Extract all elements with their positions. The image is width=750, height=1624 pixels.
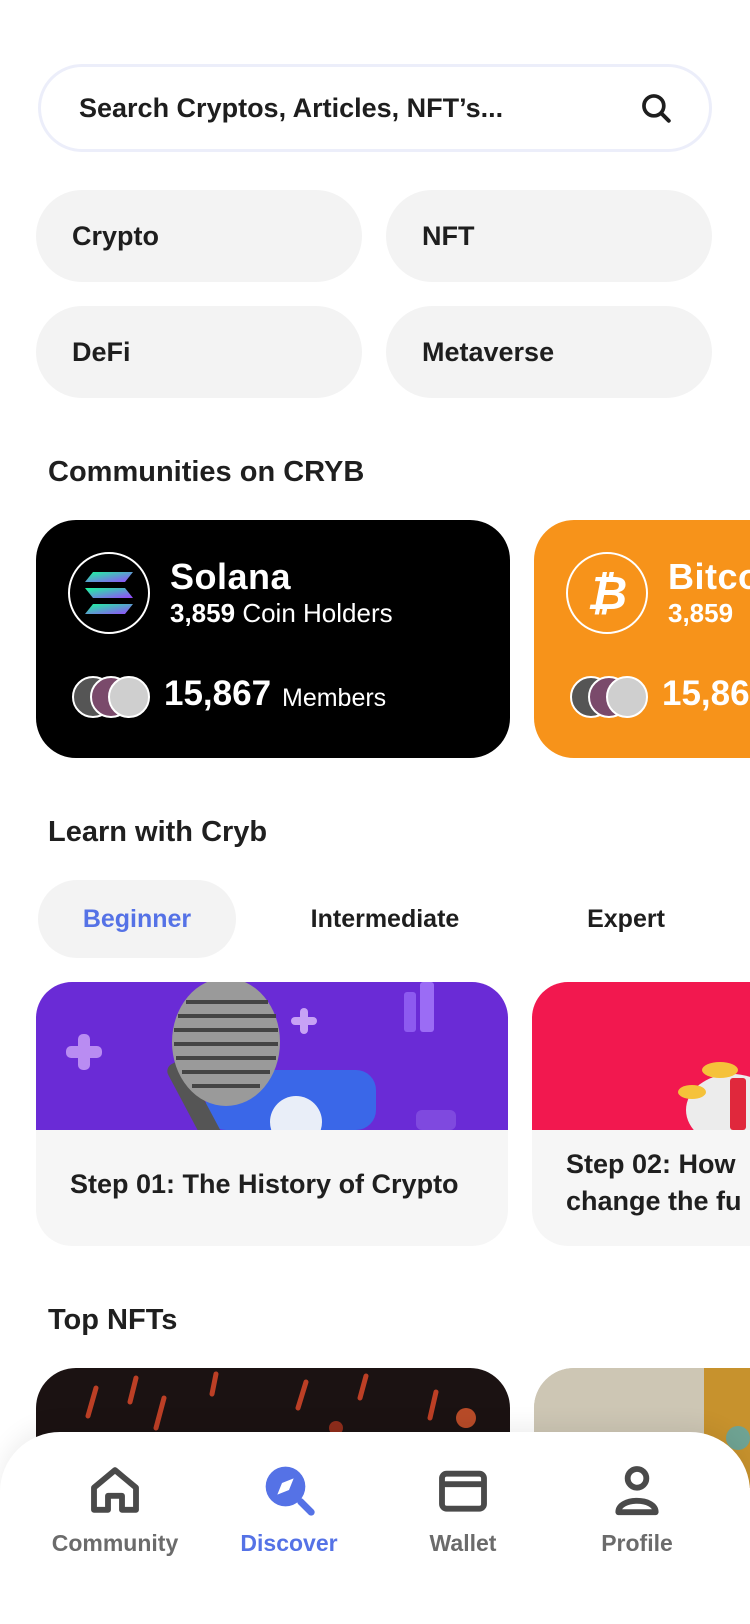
chip-crypto[interactable]: Crypto: [36, 190, 362, 282]
nav-profile[interactable]: Profile: [562, 1462, 712, 1592]
learn-card-step-02[interactable]: Step 02: How change the fu: [532, 982, 750, 1246]
bottom-nav: Community Discover Wallet Profile: [0, 1432, 750, 1624]
chip-nft[interactable]: NFT: [386, 190, 712, 282]
community-name: Solana: [170, 556, 292, 597]
learn-card-caption: Step 01: The History of Crypto: [70, 1169, 459, 1199]
nav-community[interactable]: Community: [40, 1462, 190, 1592]
microphone-banner-image: [36, 982, 508, 1130]
community-card-solana[interactable]: Solana 3,859 Coin Holders 15,867 Members: [36, 520, 510, 758]
learn-card-step-01[interactable]: Step 01: The History of Crypto: [36, 982, 508, 1246]
nav-discover[interactable]: Discover: [214, 1462, 364, 1592]
caption-line: change the fu: [566, 1186, 742, 1216]
chip-defi[interactable]: DeFi: [36, 306, 362, 398]
coin-holders: 3,859: [668, 598, 733, 629]
home-icon: [91, 1467, 139, 1513]
member-avatars: [570, 676, 650, 718]
nav-label: Community: [51, 1530, 179, 1556]
chip-label: NFT: [422, 220, 475, 251]
tab-label: Intermediate: [310, 904, 460, 933]
chip-metaverse[interactable]: Metaverse: [386, 306, 712, 398]
discover-icon: [265, 1466, 315, 1516]
members-label: Members: [282, 684, 387, 712]
tab-intermediate[interactable]: Intermediate: [290, 880, 480, 958]
caption-line: Step 02: How: [566, 1149, 736, 1179]
member-avatars: [72, 676, 152, 718]
tab-beginner[interactable]: Beginner: [38, 880, 236, 958]
chip-label: Metaverse: [422, 336, 555, 367]
chip-label: Crypto: [72, 220, 159, 251]
nav-label: Profile: [601, 1530, 673, 1556]
holders-count: 3,859: [668, 598, 734, 628]
holders-label: Coin Holders: [242, 598, 393, 628]
community-card-bitcoin[interactable]: ₿ Bitco 3,859 15,867: [534, 520, 750, 758]
candlestick-banner-image: [532, 982, 750, 1130]
tab-label: Expert: [587, 904, 665, 933]
search-icon[interactable]: [639, 91, 673, 125]
avatar: [606, 676, 648, 718]
profile-icon: [615, 1466, 659, 1516]
learn-card-caption: Step 02: How change the fu: [566, 1146, 742, 1220]
nav-label: Wallet: [429, 1530, 497, 1556]
members-count: 15,867: [662, 674, 750, 713]
nav-wallet[interactable]: Wallet: [388, 1462, 538, 1592]
top-nfts-title: Top NFTs: [48, 1304, 178, 1336]
chip-label: DeFi: [72, 336, 131, 367]
nav-label: Discover: [240, 1530, 338, 1556]
solana-logo-icon: [68, 552, 150, 634]
learn-title: Learn with Cryb: [48, 816, 268, 848]
communities-title: Communities on CRYB: [48, 456, 365, 488]
wallet-icon: [439, 1470, 487, 1512]
holders-count: 3,859: [170, 598, 236, 628]
community-name: Bitco: [668, 556, 750, 597]
bitcoin-logo-icon: ₿: [566, 552, 648, 634]
tab-label: Beginner: [82, 904, 192, 933]
avatar: [108, 676, 150, 718]
search-bar[interactable]: Search Cryptos, Articles, NFT’s...: [38, 64, 712, 152]
tab-expert[interactable]: Expert: [566, 880, 686, 958]
coin-holders: 3,859 Coin Holders: [170, 598, 393, 629]
members-count: 15,867: [164, 674, 272, 713]
search-input[interactable]: Search Cryptos, Articles, NFT’s...: [79, 93, 639, 124]
